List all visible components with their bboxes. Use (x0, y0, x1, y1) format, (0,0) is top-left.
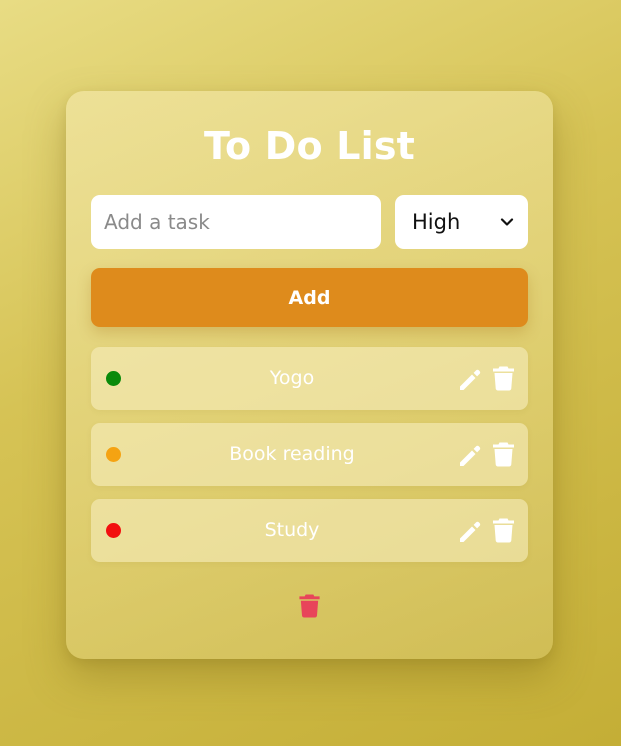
task-item: Yogo (91, 347, 528, 410)
task-text: Study (264, 519, 320, 541)
task-text: Yogo (269, 367, 315, 389)
trash-icon[interactable] (492, 441, 515, 467)
priority-dot (106, 371, 121, 386)
clear-all-trash-icon[interactable] (298, 593, 321, 618)
app-title: To Do List (203, 124, 416, 168)
add-button[interactable]: Add (91, 268, 528, 327)
task-text: Book reading (229, 443, 355, 465)
priority-dot (106, 523, 121, 538)
pencil-icon[interactable] (457, 518, 483, 544)
todo-card: To Do List High Add Yogo Book reading (66, 91, 553, 659)
trash-icon[interactable] (492, 365, 515, 391)
pencil-icon[interactable] (457, 442, 483, 468)
task-list: Yogo Book reading Study (91, 347, 528, 575)
pencil-icon[interactable] (457, 366, 483, 392)
chevron-down-icon (500, 218, 514, 226)
priority-select-value: High (412, 210, 461, 234)
priority-select[interactable]: High (395, 195, 528, 249)
task-item: Book reading (91, 423, 528, 486)
task-item: Study (91, 499, 528, 562)
trash-icon[interactable] (492, 517, 515, 543)
priority-dot (106, 447, 121, 462)
task-input[interactable] (91, 195, 381, 249)
